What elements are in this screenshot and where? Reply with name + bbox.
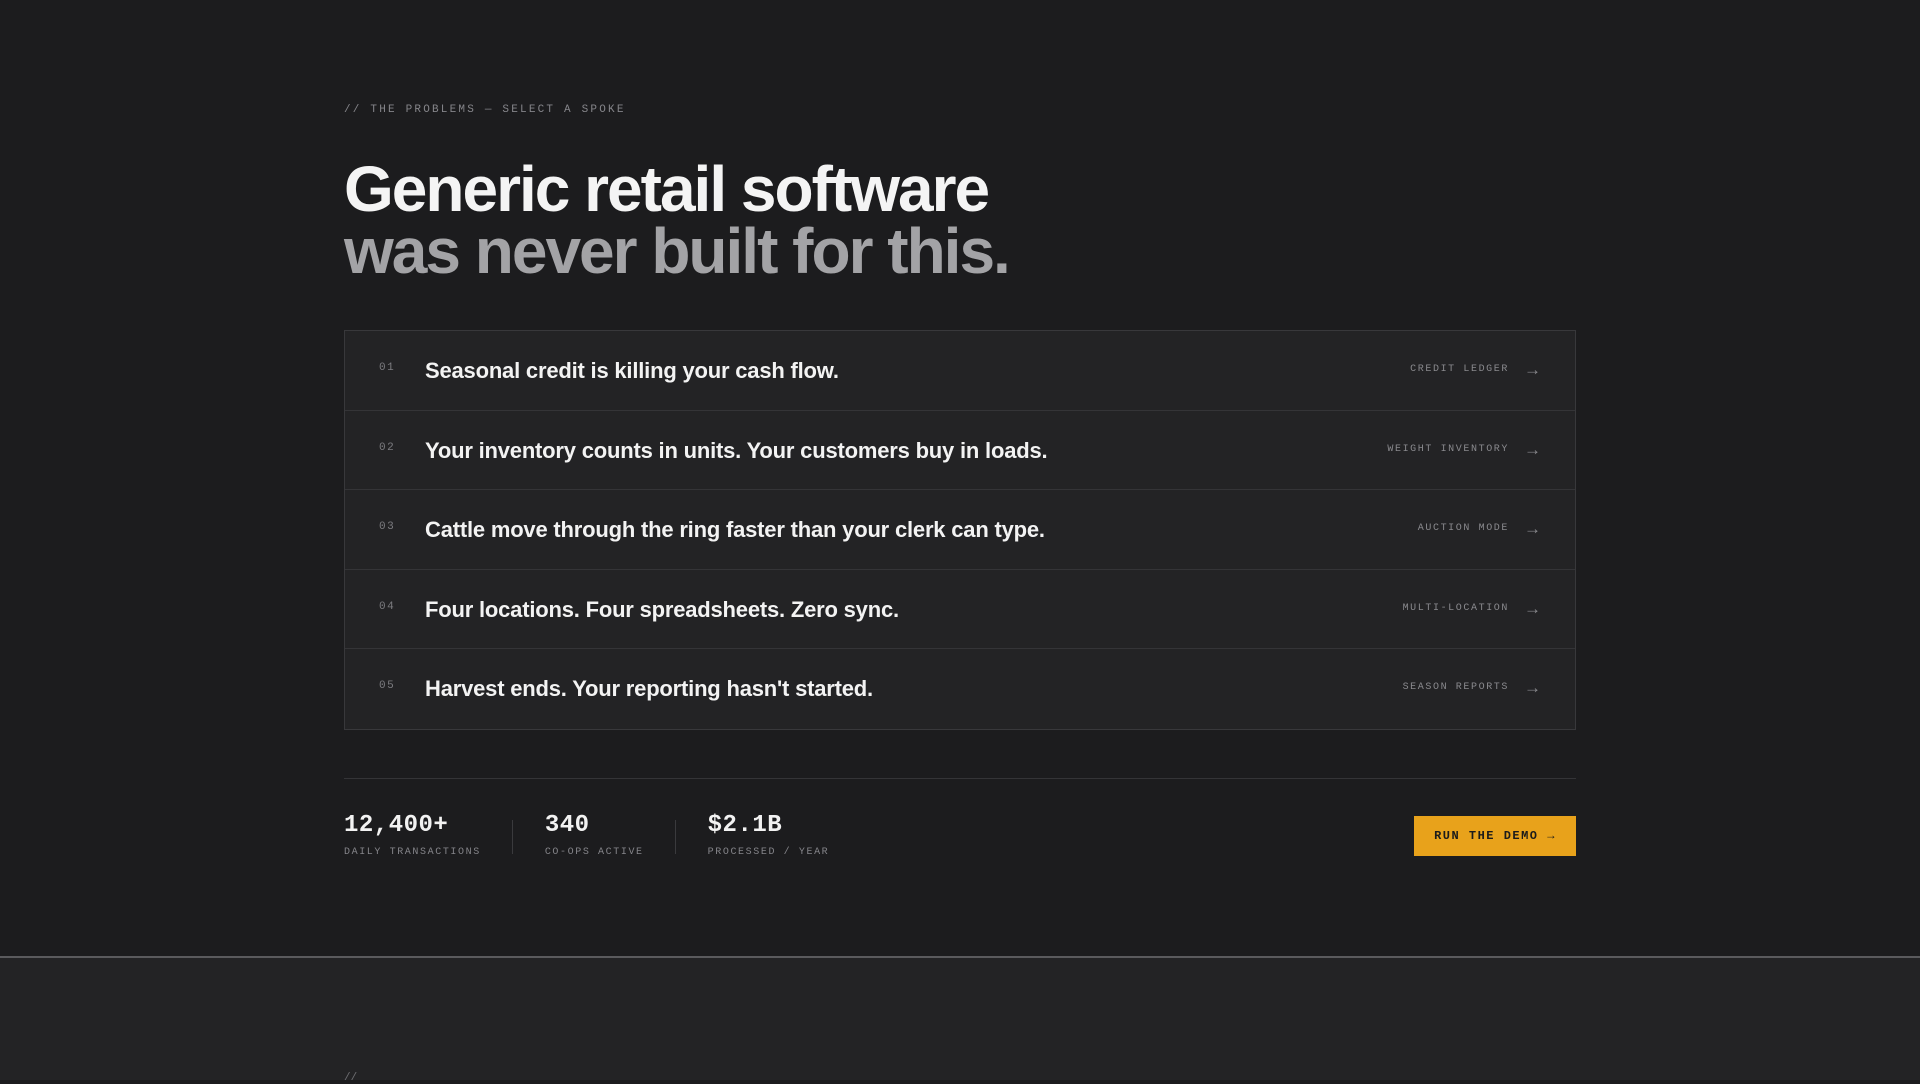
headline-line-1: Generic retail software	[344, 153, 990, 225]
problem-title: Four locations. Four spreadsheets. Zero …	[425, 596, 899, 622]
problem-tag: SEASON REPORTS	[1402, 682, 1509, 694]
section-eyebrow: // THE PROBLEMS — SELECT A SPOKE	[344, 104, 626, 116]
arrow-right-icon: →	[1524, 598, 1541, 618]
problem-tag: AUCTION MODE	[1417, 523, 1509, 535]
problem-title: Your inventory counts in units. Your cus…	[425, 437, 1048, 463]
problem-title: Harvest ends. Your reporting hasn't star…	[425, 676, 873, 702]
problem-number: 04	[379, 600, 396, 613]
problem-tag: CREDIT LEDGER	[1410, 364, 1509, 375]
problem-number: 02	[379, 441, 396, 454]
headline-line-2: was never built for this.	[344, 215, 1011, 287]
stat-label: CO-OPS ACTIVE	[544, 847, 644, 858]
problem-row-credit-ledger[interactable]: 01 Seasonal credit is killing your cash …	[345, 331, 1575, 411]
problem-row-weight-inventory[interactable]: 02 Your inventory counts in units. Your …	[345, 411, 1575, 491]
problem-number: 05	[379, 680, 396, 693]
problem-number: 03	[379, 521, 396, 534]
run-demo-button[interactable]: RUN THE DEMO →	[1414, 816, 1576, 856]
stat-label: DAILY TRANSACTIONS	[344, 847, 481, 858]
arrow-right-icon: →	[1524, 439, 1541, 459]
stat-co-ops-active: 340 CO-OPS ACTIVE	[545, 812, 676, 858]
problem-row-auction-mode[interactable]: 03 Cattle move through the ring faster t…	[345, 490, 1575, 570]
problem-title: Cattle move through the ring faster than…	[425, 517, 1045, 543]
page-headline: Generic retail software was never built …	[344, 153, 1011, 287]
problem-title: Seasonal credit is killing your cash flo…	[425, 358, 839, 383]
stat-value: 340	[544, 812, 590, 839]
arrow-right-icon: →	[1524, 519, 1541, 539]
stat-daily-transactions: 12,400+ DAILY TRANSACTIONS	[344, 812, 513, 858]
problem-row-multi-location[interactable]: 04 Four locations. Four spreadsheets. Ze…	[345, 570, 1575, 650]
stats-divider	[344, 778, 1576, 779]
stat-label: PROCESSED / YEAR	[707, 847, 830, 858]
stats-bar: 12,400+ DAILY TRANSACTIONS 340 CO-OPS AC…	[344, 812, 893, 858]
arrow-right-icon: →	[1524, 678, 1541, 698]
problem-tag: WEIGHT INVENTORY	[1387, 443, 1509, 455]
problems-list: 01 Seasonal credit is killing your cash …	[344, 330, 1576, 730]
problem-number: 01	[379, 362, 396, 374]
next-section: //	[0, 956, 1920, 1084]
stat-processed-per-year: $2.1B PROCESSED / YEAR	[708, 812, 862, 858]
arrow-right-icon: →	[1524, 360, 1541, 379]
stat-value: $2.1B	[707, 812, 783, 839]
problem-tag: MULTI-LOCATION	[1402, 602, 1509, 614]
stat-value: 12,400+	[344, 812, 449, 839]
problem-row-season-reports[interactable]: 05 Harvest ends. Your reporting hasn't s…	[345, 649, 1575, 729]
next-section-eyebrow: //	[344, 1072, 358, 1084]
